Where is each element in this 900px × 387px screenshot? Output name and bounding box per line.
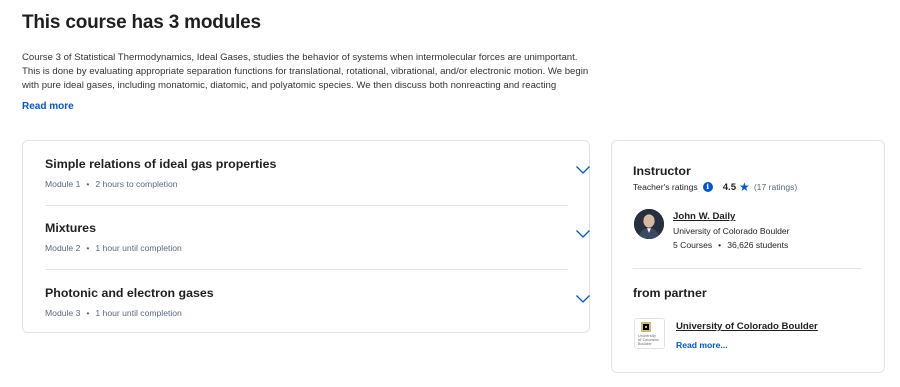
ratings-label: Teacher's ratings — [633, 182, 698, 192]
module-meta: Module 2 • 1 hour until completion — [45, 243, 182, 253]
partner-logo-text: University of Colorado Boulder — [638, 334, 659, 346]
module-meta: Module 3 • 1 hour until completion — [45, 308, 182, 318]
chevron-down-icon[interactable] — [575, 229, 591, 239]
rating-value: 4.5 — [722, 181, 737, 193]
instructor-partner-card: Instructor Teacher's ratings i 4.5 ★ (17… — [611, 140, 885, 373]
meta-separator: • — [718, 240, 722, 250]
module-duration: 1 hour until completion — [95, 243, 182, 253]
modules-card: Simple relations of ideal gas properties… — [22, 140, 590, 333]
teacher-ratings: Teacher's ratings i 4.5 ★ (17 ratings) — [633, 181, 797, 193]
star-icon: ★ — [739, 180, 750, 194]
module-number: Module 2 — [45, 243, 81, 253]
page-title: This course has 3 modules — [22, 12, 261, 33]
rating-count: (17 ratings) — [753, 182, 798, 192]
meta-separator: • — [86, 179, 90, 189]
partner-heading: from partner — [633, 286, 707, 300]
partner-read-more-link[interactable]: Read more... — [676, 340, 728, 350]
partner-name-link[interactable]: University of Colorado Boulder — [676, 321, 818, 332]
module-row[interactable]: Simple relations of ideal gas properties… — [45, 141, 590, 205]
module-title: Simple relations of ideal gas properties — [45, 157, 277, 171]
module-row[interactable]: Photonic and electron gases Module 3 • 1 h… — [45, 270, 590, 334]
course-description: Course 3 of Statistical Thermodynamics, … — [22, 52, 589, 91]
module-number: Module 1 — [45, 179, 81, 189]
meta-separator: • — [86, 243, 90, 253]
module-duration: 1 hour until completion — [95, 308, 182, 318]
chevron-down-icon[interactable] — [575, 165, 591, 175]
read-more-link[interactable]: Read more — [22, 101, 74, 112]
module-duration: 2 hours to completion — [95, 179, 178, 189]
instructor-courses: 5 Courses — [673, 240, 713, 250]
meta-separator: • — [86, 308, 90, 318]
instructor-heading: Instructor — [633, 164, 691, 178]
instructor-stats: 5 Courses • 36,626 students — [673, 240, 788, 250]
instructor-organization: University of Colorado Boulder — [673, 226, 790, 236]
info-icon[interactable]: i — [702, 182, 713, 192]
partner-logo[interactable]: University of Colorado Boulder — [634, 318, 665, 349]
module-number: Module 3 — [45, 308, 81, 318]
module-title: Mixtures — [45, 221, 96, 235]
instructor-name-link[interactable]: John W. Daily — [673, 211, 735, 222]
module-meta: Module 1 • 2 hours to completion — [45, 179, 178, 189]
chevron-down-icon[interactable] — [575, 294, 591, 304]
avatar[interactable] — [634, 209, 664, 239]
module-title: Photonic and electron gases — [45, 286, 214, 300]
instructor-students: 36,626 students — [727, 240, 789, 250]
module-row[interactable]: Mixtures Module 2 • 1 hour until completio… — [45, 205, 590, 269]
side-divider — [633, 268, 862, 269]
